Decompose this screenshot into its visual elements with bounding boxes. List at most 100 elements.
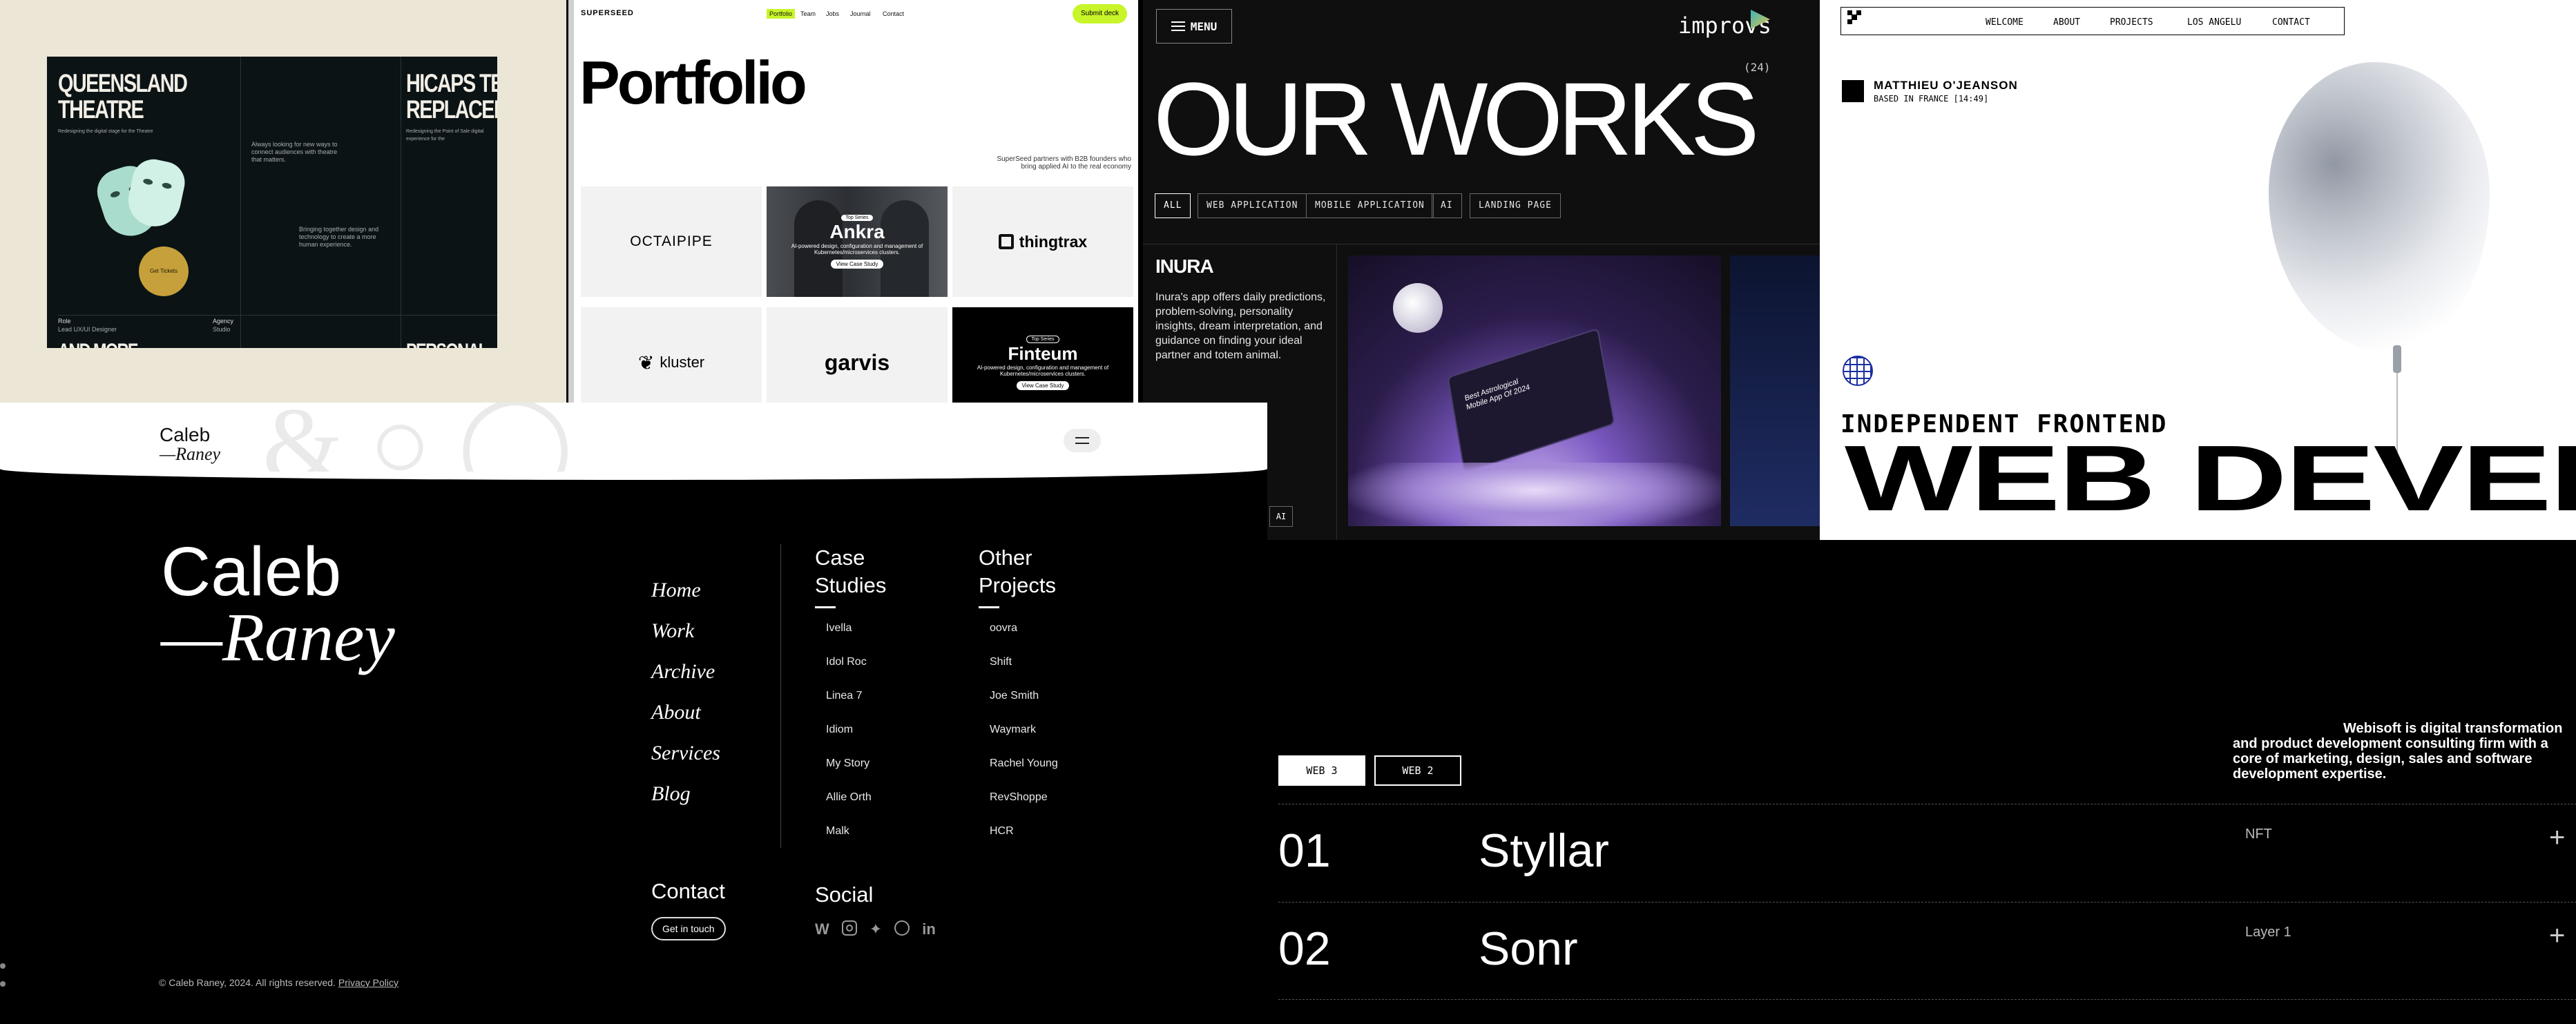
get-tickets-button[interactable]: Get Tickets: [139, 247, 189, 296]
finteum-logo: Finteum: [1008, 342, 1078, 364]
social-heading: Social: [815, 882, 874, 907]
globe-icon: [1843, 356, 1873, 386]
nav-projects[interactable]: PROJECTS: [2110, 17, 2153, 28]
other-project-link[interactable]: HCR: [990, 825, 1058, 859]
nav-location[interactable]: LOS ANGELU: [2187, 17, 2241, 28]
footer-nav-work[interactable]: Work: [651, 619, 720, 660]
laptop-screen: Best Astrological Mobile App Of 2024: [1447, 327, 1615, 474]
privacy-policy-link[interactable]: Privacy Policy: [338, 977, 398, 988]
case-study-link[interactable]: My Story: [826, 757, 886, 791]
garvis-logo: garvis: [824, 349, 890, 375]
nav-welcome[interactable]: WELCOME: [1986, 17, 2024, 28]
project-name: Sonr: [1479, 922, 1578, 975]
case-study-link[interactable]: Ivella: [826, 622, 886, 656]
nav-journal[interactable]: Journal: [850, 10, 871, 17]
other-project-link[interactable]: Waymark: [990, 724, 1058, 757]
portfolio-tile-octaipipe[interactable]: OCTAIPIPE: [581, 186, 762, 297]
moon-icon: [1393, 283, 1443, 333]
case-study-link[interactable]: Idiom: [826, 724, 886, 757]
nav-portfolio[interactable]: Portfolio: [767, 9, 796, 19]
site-header: & ○ ◯ Caleb —Raney: [0, 403, 1267, 480]
project-row[interactable]: 02 Sonr Layer 1 +: [1278, 902, 2576, 1000]
other-projects-column: Other Projects oovra Shift Joe Smith Way…: [979, 544, 1058, 859]
site-logo-surname[interactable]: —Raney: [160, 444, 220, 465]
get-in-touch-button[interactable]: Get in touch: [651, 917, 726, 940]
thingtrax-logo: thingtrax: [1019, 232, 1088, 251]
footer-nav-services[interactable]: Services: [651, 742, 720, 782]
menu-button[interactable]: [1064, 429, 1101, 452]
view-case-study-button[interactable]: View Case Study: [830, 260, 884, 269]
tile-description: AI-powered design, configuration and man…: [977, 364, 1109, 377]
role-value: Lead UX/UI Designer: [58, 326, 117, 333]
agency-label: Agency: [213, 318, 234, 325]
works-count: (24): [1744, 61, 1771, 74]
menu-button[interactable]: MENU: [1156, 9, 1232, 44]
carousel-dot[interactable]: [0, 981, 6, 987]
tab-web3[interactable]: WEB 3: [1278, 755, 1365, 786]
portfolio-tile-ankra[interactable]: Top Series Ankra AI-powered design, conf…: [767, 186, 948, 297]
nav-jobs[interactable]: Jobs: [826, 10, 839, 17]
nav-about[interactable]: ABOUT: [2053, 17, 2080, 28]
case-study-link[interactable]: Linea 7: [826, 690, 886, 724]
project-title-right[interactable]: HICAPS TERMREPLACEMENT: [406, 70, 497, 123]
hamburger-icon: [1171, 21, 1185, 31]
nav-contact[interactable]: CONTACT: [2272, 17, 2310, 28]
project-title-left[interactable]: QUEENSLAND THEATRE: [58, 70, 188, 123]
footer-nav-about[interactable]: About: [651, 701, 720, 742]
portfolio-tile-finteum[interactable]: Top Series Finteum AI-powered design, co…: [952, 307, 1133, 403]
other-project-link[interactable]: oovra: [990, 622, 1058, 656]
other-project-link[interactable]: Joe Smith: [990, 690, 1058, 724]
nav-team[interactable]: Team: [800, 10, 816, 17]
project-name: Styllar: [1479, 824, 1609, 877]
portfolio-tile-garvis[interactable]: garvis: [767, 307, 948, 403]
case-study-link[interactable]: Malk: [826, 825, 886, 859]
contact-heading: Contact: [651, 879, 725, 903]
filter-mobile-application[interactable]: MOBILE APPLICATION: [1306, 193, 1434, 218]
linkedin-icon[interactable]: in: [922, 920, 936, 938]
project-showcase-frame: QUEENSLAND THEATRE Redesigning the digita…: [47, 57, 497, 348]
carousel-dot[interactable]: [0, 963, 6, 969]
other-projects-heading: Other: [979, 545, 1032, 570]
scrollbar[interactable]: [568, 0, 574, 403]
project-subtitle-left: Redesigning the digital stage for the Th…: [58, 129, 153, 134]
portfolio-tile-kluster[interactable]: ❦ kluster: [581, 307, 762, 403]
project-title[interactable]: INURA: [1155, 255, 1214, 278]
nav-contact[interactable]: Contact: [883, 10, 904, 17]
footer-nav-archive[interactable]: Archive: [651, 660, 720, 701]
site-logo[interactable]: Caleb: [160, 425, 210, 445]
project-row[interactable]: 01 Styllar NFT +: [1278, 804, 2576, 902]
instagram-icon[interactable]: [841, 920, 857, 936]
role-label: Role: [58, 318, 71, 325]
view-case-study-button[interactable]: View Case Study: [1016, 380, 1070, 390]
balloon-image: [2269, 62, 2490, 352]
case-study-link[interactable]: Idol Roc: [826, 656, 886, 690]
filter-all[interactable]: ALL: [1155, 193, 1191, 218]
project-preview-image[interactable]: Best Astrological Mobile App Of 2024: [1348, 255, 1721, 526]
divider: [780, 544, 781, 848]
portfolio-tile-thingtrax[interactable]: thingtrax: [952, 186, 1133, 297]
case-study-link[interactable]: Allie Orth: [826, 791, 886, 825]
filter-web-application[interactable]: WEB APPLICATION: [1198, 193, 1307, 218]
portfolio-tagline: SuperSeed partners with B2B founders who…: [997, 155, 1131, 171]
dribbble-icon[interactable]: [894, 920, 910, 936]
filter-ai[interactable]: AI: [1432, 193, 1462, 218]
personal-heading: PERSONAL: [406, 338, 488, 348]
twitter-icon[interactable]: ✦: [869, 920, 882, 938]
footer-nav-blog[interactable]: Blog: [651, 782, 720, 823]
expand-plus-icon[interactable]: +: [2549, 920, 2565, 951]
submit-deck-button[interactable]: Submit deck: [1073, 4, 1128, 23]
other-project-link[interactable]: Rachel Young: [990, 757, 1058, 791]
kluster-icon: ❦: [637, 351, 655, 374]
octaipipe-logo: OCTAIPIPE: [630, 233, 713, 249]
expand-plus-icon[interactable]: +: [2549, 822, 2565, 853]
webflow-icon[interactable]: W: [815, 920, 829, 938]
project-number: 02: [1278, 922, 1331, 975]
copyright-text: © Caleb Raney, 2024. All rights reserved…: [159, 977, 336, 988]
superseed-logo[interactable]: SUPERSEED: [581, 9, 634, 17]
filter-landing-page[interactable]: LANDING PAGE: [1470, 193, 1561, 218]
tab-web2[interactable]: WEB 2: [1374, 755, 1461, 786]
other-project-link[interactable]: Shift: [990, 656, 1058, 690]
other-project-link[interactable]: RevShoppe: [990, 791, 1058, 825]
footer-nav-home[interactable]: Home: [651, 579, 720, 619]
project-tag[interactable]: AI: [1269, 506, 1293, 527]
